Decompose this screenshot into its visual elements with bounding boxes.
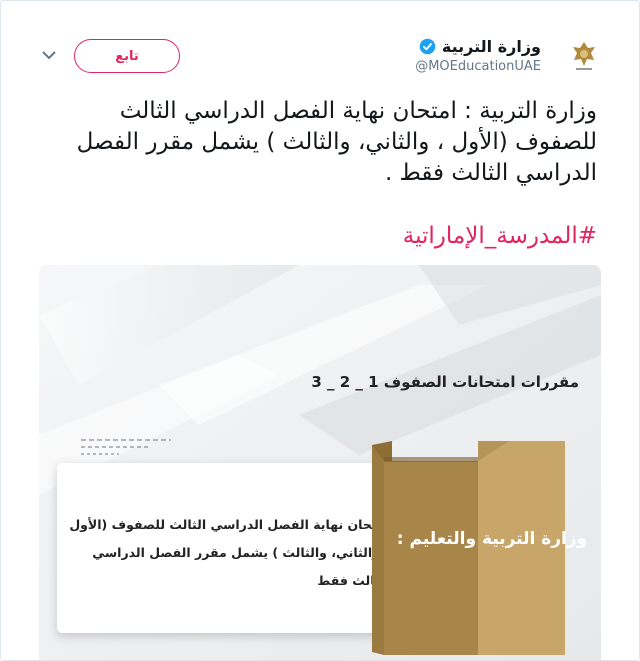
account-name[interactable]: وزارة التربية (442, 37, 541, 56)
follow-button[interactable]: تابع (74, 39, 180, 73)
chevron-down-icon[interactable] (39, 45, 59, 65)
account-info[interactable]: وزارة التربية @MOEducationUAE (415, 37, 541, 74)
gold-box-graphic (372, 441, 565, 655)
tweet-text: وزارة التربية : امتحان نهاية الفصل الدرا… (76, 98, 597, 186)
uae-emblem-logo[interactable] (567, 39, 601, 73)
account-handle[interactable]: @MOEducationUAE (415, 59, 541, 74)
tweet-card: تابع وزارة التربية @MOEducationUAE وزارة… (0, 0, 640, 661)
box-label: وزارة التربية والتعليم : (396, 529, 588, 549)
tweet-image[interactable]: مقررات امتحانات الصفوف 1 _ 2 _ 3 امتحان … (39, 265, 601, 660)
verified-badge-icon (419, 38, 436, 55)
hashtag-link[interactable]: #المدرسة_الإماراتية (403, 223, 597, 249)
